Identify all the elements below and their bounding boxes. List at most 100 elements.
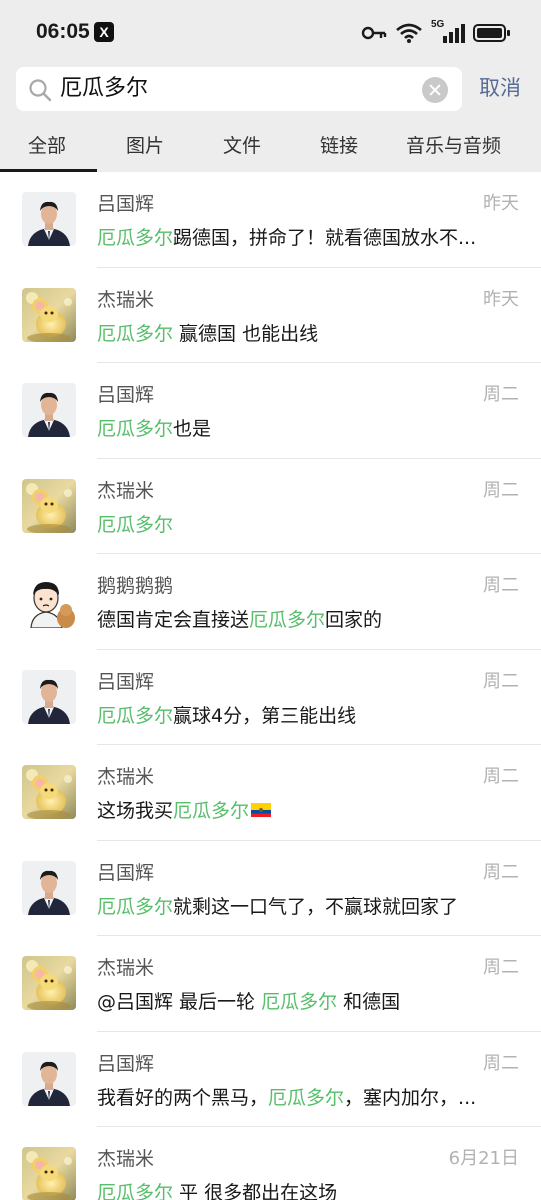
signal-5g-icon: 5G [431,19,465,45]
search-row: 厄瓜多尔 取消 [0,64,541,118]
message-text: 也是 [173,418,212,440]
tab-files[interactable]: 文件 [223,132,261,160]
message-date: 6月21日 [448,1148,519,1169]
keyword-highlight: 厄瓜多尔 [97,227,174,249]
search-query[interactable]: 厄瓜多尔 [60,75,148,103]
man-suit-avatar[interactable] [22,383,76,437]
message-text: 德国肯定会直接送 [97,609,250,631]
message-date: 昨天 [483,193,519,214]
keyword-highlight: 厄瓜多尔 [97,322,174,345]
message-text: 这场我买 [97,800,174,822]
message-date: 周二 [483,575,519,596]
message-text: @吕国辉 最后一轮 [97,991,262,1013]
sender-name: 杰瑞米 [97,766,155,788]
keyword-highlight: 厄瓜多尔 [97,1182,174,1200]
message-preview: 这场我买厄瓜多尔 [97,797,517,825]
message-text: 赢德国 也能出线 [173,322,319,345]
search-icon [29,79,52,102]
clear-search-icon[interactable] [422,77,448,103]
message-text: 回家的 [325,609,383,631]
status-time: 06:05 [36,20,90,43]
message-preview: 厄瓜多尔就剩这一口气了，不赢球就回家了 [97,893,517,921]
message-preview: 厄瓜多尔踢德国，拼命了！就看德国放水不... [97,224,517,252]
golden-mouse-avatar[interactable] [22,287,76,342]
message-preview: 厄瓜多尔 赢德国 也能出线 [97,320,517,348]
golden-mouse-avatar[interactable] [22,765,76,819]
key-icon [361,26,387,40]
ecuador-flag-icon [251,802,272,817]
golden-mouse-avatar[interactable] [22,1147,76,1200]
sender-name: 吕国辉 [97,1052,155,1075]
tab-images[interactable]: 图片 [126,132,164,160]
sender-name: 杰瑞米 [97,288,155,311]
filter-tabs: 全部 图片 文件 链接 音乐与音频 [0,120,541,172]
message-date: 周二 [483,479,519,501]
keyword-highlight: 厄瓜多尔 [97,513,174,536]
result-row[interactable]: 杰瑞米 昨天厄瓜多尔 赢德国 也能出线 [0,268,541,363]
keyword-highlight: 厄瓜多尔 [249,609,326,631]
tab-all[interactable]: 全部 [28,132,66,160]
message-preview: 厄瓜多尔 [97,511,517,539]
sender-name: 吕国辉 [97,670,155,693]
message-text: 赢球4分，第三能出线 [173,704,357,727]
message-preview: 我看好的两个黑马，厄瓜多尔，塞内加尔，... [97,1084,517,1112]
search-results-list[interactable]: 吕国辉 昨天 厄瓜多尔踢德国，拼命了！就看德国放水不... 杰瑞米 昨天 厄瓜多尔 赢德国… [0,172,541,1200]
message-text: ，塞内加尔，... [344,1086,477,1109]
wifi-icon [396,23,422,43]
man-suit-avatar[interactable] [22,669,76,724]
status-icons: 5G [361,19,511,46]
sender-name: 杰瑞米 [97,957,155,979]
result-row[interactable]: 杰瑞米 周二 @吕国辉 最后一轮 厄瓜多尔 和德国 [0,936,541,1032]
result-row[interactable]: 吕国辉 昨天厄瓜多尔踢德国，拼命了！就看德国放水不... [0,172,541,268]
sender-name: 吕国辉 [97,193,155,215]
battery-icon [473,24,510,42]
result-row[interactable]: 吕国辉 周二厄瓜多尔也是 [0,363,541,459]
keyword-highlight: 厄瓜多尔 [97,704,174,727]
golden-mouse-avatar[interactable] [22,956,76,1010]
result-row[interactable]: 鹅鹅鹅鹅 周二德国肯定会直接送厄瓜多尔回家的 [0,554,541,650]
message-text: 就剩这一口气了，不赢球就回家了 [173,895,459,918]
message-text: 平 很多都出在这场 [173,1182,338,1200]
message-preview: 厄瓜多尔赢球4分，第三能出线 [97,702,517,730]
message-date: 昨天 [483,288,519,310]
keyword-highlight: 厄瓜多尔 [268,1086,345,1109]
man-suit-avatar[interactable] [22,192,76,246]
sender-name: 吕国辉 [97,861,155,884]
man-suit-avatar[interactable] [22,1051,76,1106]
result-row[interactable]: 杰瑞米 周二这场我买厄瓜多尔 [0,745,541,841]
tab-links[interactable]: 链接 [320,132,358,160]
search-input[interactable]: 厄瓜多尔 [16,67,462,111]
message-preview: 厄瓜多尔 平 很多都出在这场 [97,1179,517,1200]
sender-name: 杰瑞米 [97,479,155,502]
message-text: 我看好的两个黑马， [97,1086,269,1109]
message-preview: @吕国辉 最后一轮 厄瓜多尔 和德国 [97,988,517,1016]
message-date: 周二 [483,1052,519,1074]
golden-mouse-avatar[interactable] [22,478,76,533]
result-row[interactable]: 吕国辉 周二我看好的两个黑马，厄瓜多尔，塞内加尔，... [0,1032,541,1127]
message-date: 周二 [483,957,519,978]
message-preview: 厄瓜多尔也是 [97,415,517,443]
result-row[interactable]: 吕国辉 周二厄瓜多尔就剩这一口气了，不赢球就回家了 [0,841,541,936]
message-preview: 德国肯定会直接送厄瓜多尔回家的 [97,606,517,634]
sender-name: 杰瑞米 [97,1148,155,1170]
message-text: 和德国 [337,991,401,1013]
man-suit-avatar[interactable] [22,860,76,915]
x-app-icon: X [94,22,114,42]
message-text: 踢德国，拼命了！就看德国放水不... [173,227,477,249]
sender-name: 鹅鹅鹅鹅 [97,575,174,597]
keyword-highlight: 厄瓜多尔 [173,800,250,822]
tab-music-audio[interactable]: 音乐与音频 [406,132,501,160]
result-row[interactable]: 吕国辉 周二厄瓜多尔赢球4分，第三能出线 [0,650,541,745]
message-date: 周二 [483,861,519,883]
status-bar: 06:05 X 5G [0,0,541,64]
message-date: 周二 [483,384,519,405]
keyword-highlight: 厄瓜多尔 [97,418,174,440]
message-date: 周二 [483,670,519,692]
message-date: 周二 [483,766,519,787]
sender-name: 吕国辉 [97,384,155,406]
result-row[interactable]: 杰瑞米 6月21日厄瓜多尔 平 很多都出在这场 [0,1127,541,1200]
cartoon-boy-avatar[interactable] [22,574,76,628]
keyword-highlight: 厄瓜多尔 [97,895,174,918]
cancel-button[interactable]: 取消 [479,74,521,102]
result-row[interactable]: 杰瑞米 周二厄瓜多尔 [0,459,541,554]
